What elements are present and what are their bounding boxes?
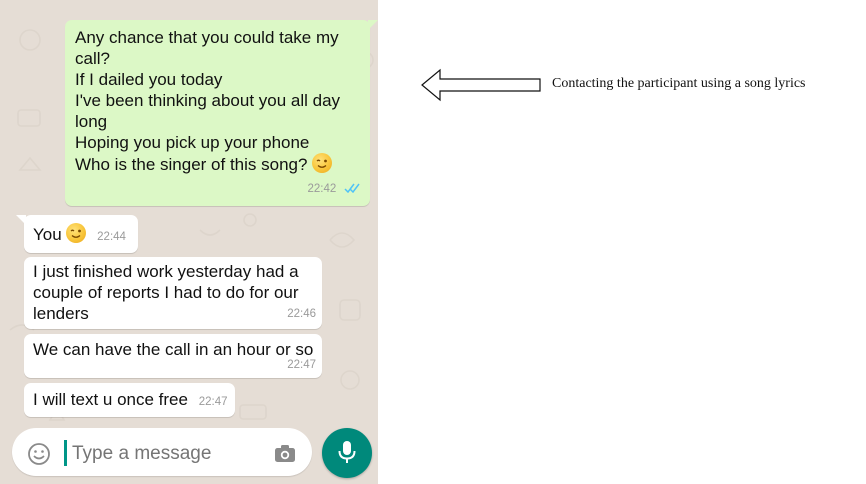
winking-face-emoji-icon — [312, 153, 333, 173]
message-time: 22:47 — [198, 396, 228, 408]
message-bubble-outgoing[interactable]: Any chance that you could take my call? … — [65, 20, 378, 206]
message-bubble-incoming[interactable]: I will text u once free 22:47 — [24, 383, 235, 417]
message-time: 22:46 — [287, 308, 316, 320]
message-text: You — [33, 225, 62, 244]
chat-panel: Any chance that you could take my call? … — [0, 0, 378, 484]
message-text: We can have the call in an hour or so — [33, 340, 314, 359]
message-text: I just finished work yesterday had a cou… — [33, 262, 299, 323]
message-time: 22:42 — [307, 183, 337, 195]
message-time: 22:47 — [287, 359, 316, 371]
read-receipt-icon — [344, 183, 360, 194]
text-cursor — [64, 440, 67, 466]
message-time: 22:44 — [97, 231, 126, 243]
message-text: Any chance that you could take my call? … — [75, 28, 341, 174]
microphone-icon — [338, 441, 356, 463]
annotation-label: Contacting the participant using a song … — [552, 76, 806, 91]
message-bubble-incoming[interactable]: We can have the call in an hour or so 22… — [24, 334, 322, 378]
camera-icon[interactable] — [273, 443, 297, 465]
winking-face-emoji-icon — [66, 223, 87, 243]
message-input[interactable] — [70, 438, 264, 470]
send-button[interactable] — [322, 428, 372, 478]
message-bubble-incoming[interactable]: You 22:44 — [16, 215, 138, 253]
annotation-arrow — [421, 68, 541, 102]
smiley-icon[interactable] — [27, 442, 51, 466]
message-text: I will text u once free — [33, 390, 188, 409]
message-bubble-incoming[interactable]: I just finished work yesterday had a cou… — [24, 257, 322, 329]
bubble-tail — [16, 215, 26, 225]
bubble-tail — [368, 20, 378, 30]
